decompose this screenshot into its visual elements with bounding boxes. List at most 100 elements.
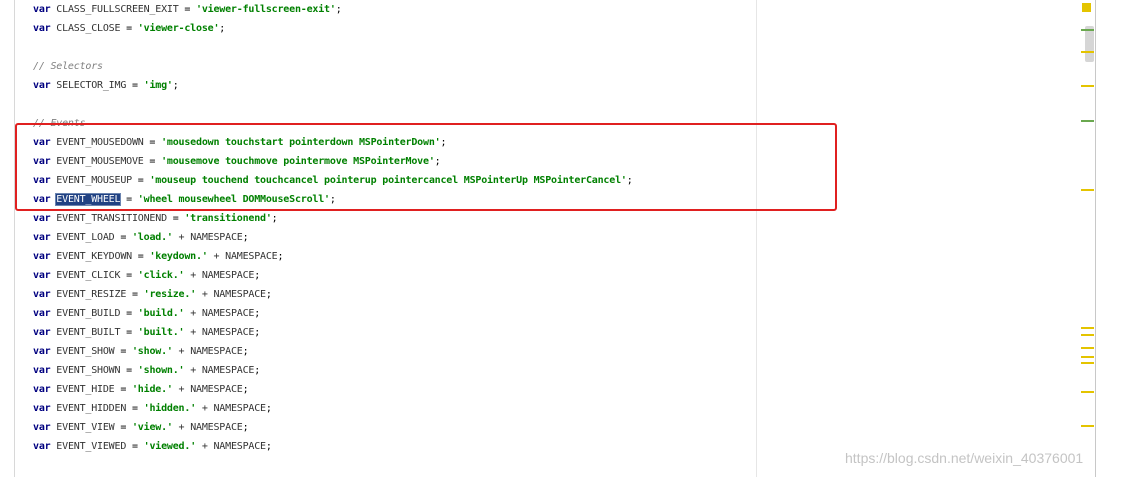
semicolon: ; <box>265 403 272 414</box>
operator-token: = <box>114 232 132 243</box>
string-literal: 'wheel mousewheel DOMMouseScroll' <box>137 194 330 205</box>
code-line[interactable]: var EVENT_MOUSEDOWN = 'mousedown touchst… <box>33 133 1073 152</box>
string-literal: 'mouseup touchend touchcancel pointerup … <box>149 175 627 186</box>
code-line[interactable]: // Events <box>33 114 1073 133</box>
semicolon: ; <box>265 441 272 452</box>
string-literal: 'viewed.' <box>143 441 197 452</box>
string-literal: 'load.' <box>131 232 173 243</box>
operator-token: = <box>120 327 138 338</box>
warning-marker[interactable] <box>1081 347 1094 349</box>
semicolon: ; <box>242 422 249 433</box>
code-line[interactable]: var EVENT_VIEW = 'view.' + NAMESPACE; <box>33 418 1073 437</box>
concat-expression: + NAMESPACE <box>196 441 266 452</box>
identifier-token: EVENT_MOUSEUP <box>56 175 132 186</box>
operator-token: = <box>120 365 138 376</box>
operator-token: = <box>166 213 185 224</box>
warning-marker[interactable] <box>1081 189 1094 191</box>
code-line[interactable]: var CLASS_CLOSE = 'viewer-close'; <box>33 19 1073 38</box>
change-marker[interactable] <box>1081 120 1094 122</box>
keyword-token: var <box>33 137 51 148</box>
scrollbar-thumb[interactable] <box>1085 26 1094 62</box>
semicolon: ; <box>329 194 336 205</box>
identifier-token: EVENT_RESIZE <box>56 289 127 300</box>
code-line[interactable]: var EVENT_HIDE = 'hide.' + NAMESPACE; <box>33 380 1073 399</box>
operator-token: = <box>120 23 138 34</box>
code-line[interactable]: var EVENT_WHEEL = 'wheel mousewheel DOMM… <box>15 190 1094 209</box>
warning-marker[interactable] <box>1081 425 1094 427</box>
editor-gutter <box>0 0 15 477</box>
warning-marker[interactable] <box>1081 356 1094 358</box>
code-line[interactable] <box>33 38 1073 57</box>
code-line[interactable]: var EVENT_TRANSITIONEND = 'transitionend… <box>33 209 1073 228</box>
warning-marker[interactable] <box>1081 51 1094 53</box>
code-line[interactable]: var CLASS_FULLSCREEN_EXIT = 'viewer-full… <box>33 0 1073 19</box>
concat-expression: + NAMESPACE <box>196 289 266 300</box>
semicolon: ; <box>254 270 261 281</box>
concat-expression: + NAMESPACE <box>172 232 243 243</box>
keyword-token: var <box>33 327 51 338</box>
concat-expression: + NAMESPACE <box>184 270 255 281</box>
semicolon: ; <box>440 137 447 148</box>
string-literal: 'shown.' <box>137 365 185 376</box>
identifier-token: EVENT_TRANSITIONEND <box>56 213 167 224</box>
string-literal: 'click.' <box>137 270 185 281</box>
string-literal: 'view.' <box>131 422 173 433</box>
code-line[interactable]: var SELECTOR_IMG = 'img'; <box>33 76 1073 95</box>
code-line[interactable]: var EVENT_LOAD = 'load.' + NAMESPACE; <box>33 228 1073 247</box>
string-literal: 'img' <box>143 80 173 91</box>
string-literal: 'hidden.' <box>143 403 197 414</box>
semicolon: ; <box>242 346 249 357</box>
code-line[interactable]: var EVENT_MOUSEUP = 'mouseup touchend to… <box>33 171 1073 190</box>
code-area[interactable]: var CLASS_FULLSCREEN_EXIT = 'viewer-full… <box>15 0 1094 456</box>
code-line[interactable]: var EVENT_BUILD = 'build.' + NAMESPACE; <box>33 304 1073 323</box>
keyword-token: var <box>33 289 51 300</box>
change-marker[interactable] <box>1081 29 1094 31</box>
semicolon: ; <box>242 384 249 395</box>
keyword-token: var <box>33 441 51 452</box>
analysis-status-icon[interactable] <box>1082 3 1091 12</box>
string-literal: 'keydown.' <box>149 251 208 262</box>
code-line[interactable]: var EVENT_BUILT = 'built.' + NAMESPACE; <box>33 323 1073 342</box>
keyword-token: var <box>33 384 51 395</box>
string-literal: 'build.' <box>137 308 185 319</box>
keyword-token: var <box>33 194 51 205</box>
operator-token: = <box>120 194 138 205</box>
string-literal: 'viewer-close' <box>137 23 220 34</box>
concat-expression: + NAMESPACE <box>184 327 255 338</box>
code-line[interactable]: var EVENT_HIDDEN = 'hidden.' + NAMESPACE… <box>33 399 1073 418</box>
keyword-token: var <box>33 403 51 414</box>
code-line[interactable]: var EVENT_MOUSEMOVE = 'mousemove touchmo… <box>33 152 1073 171</box>
code-line[interactable]: var EVENT_SHOW = 'show.' + NAMESPACE; <box>33 342 1073 361</box>
warning-marker[interactable] <box>1081 85 1094 87</box>
identifier-token: CLASS_FULLSCREEN_EXIT <box>56 4 179 15</box>
code-line[interactable] <box>33 95 1073 114</box>
warning-marker[interactable] <box>1081 362 1094 364</box>
identifier-token: EVENT_LOAD <box>56 232 115 243</box>
identifier-token: EVENT_SHOW <box>56 346 115 357</box>
semicolon: ; <box>254 365 261 376</box>
identifier-token: EVENT_BUILD <box>56 308 121 319</box>
identifier-token: EVENT_VIEW <box>56 422 115 433</box>
code-line[interactable]: var EVENT_KEYDOWN = 'keydown.' + NAMESPA… <box>33 247 1073 266</box>
identifier-token: EVENT_CLICK <box>56 270 121 281</box>
code-comment: // Events <box>33 118 86 129</box>
semicolon: ; <box>271 213 278 224</box>
identifier-token: EVENT_MOUSEMOVE <box>56 156 144 167</box>
identifier-token: SELECTOR_IMG <box>56 80 127 91</box>
keyword-token: var <box>33 422 51 433</box>
code-line[interactable]: var EVENT_CLICK = 'click.' + NAMESPACE; <box>33 266 1073 285</box>
code-line[interactable]: var EVENT_RESIZE = 'resize.' + NAMESPACE… <box>33 285 1073 304</box>
concat-expression: + NAMESPACE <box>172 422 243 433</box>
operator-token: = <box>114 346 132 357</box>
warning-marker[interactable] <box>1081 334 1094 336</box>
keyword-token: var <box>33 365 51 376</box>
warning-marker[interactable] <box>1081 327 1094 329</box>
keyword-token: var <box>33 232 51 243</box>
operator-token: = <box>131 251 150 262</box>
warning-marker[interactable] <box>1081 391 1094 393</box>
code-line[interactable]: // Selectors <box>33 57 1073 76</box>
vertical-scrollbar[interactable] <box>1095 0 1124 477</box>
code-line[interactable]: var EVENT_SHOWN = 'shown.' + NAMESPACE; <box>33 361 1073 380</box>
operator-token: = <box>126 403 144 414</box>
keyword-token: var <box>33 4 51 15</box>
